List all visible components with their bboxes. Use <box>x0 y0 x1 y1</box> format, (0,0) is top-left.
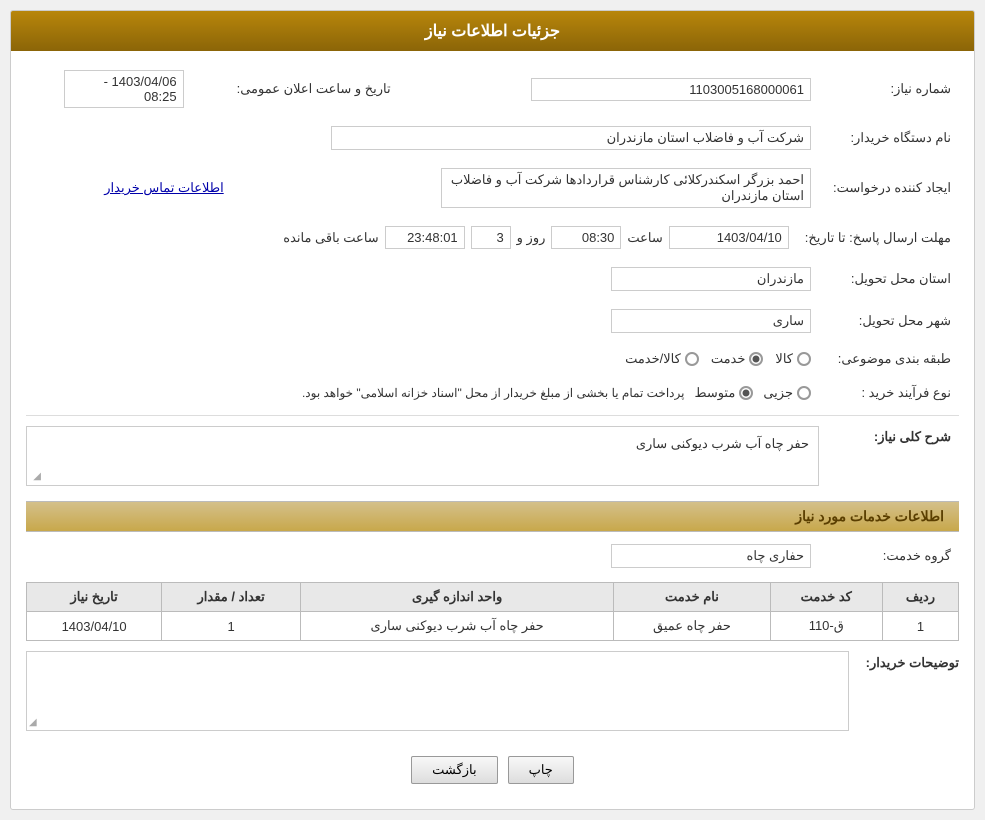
process-radio-motavasset[interactable] <box>739 386 753 400</box>
service-group-label: گروه خدمت: <box>819 540 959 572</box>
col-header-date: تاریخ نیاز <box>27 583 162 612</box>
page-header: جزئیات اطلاعات نیاز <box>11 11 974 51</box>
subject-option-kala-khedmat: کالا/خدمت <box>625 351 699 367</box>
response-date: 1403/04/10 <box>669 226 789 249</box>
response-time: 08:30 <box>551 226 621 249</box>
action-buttons-area: چاپ بازگشت <box>26 741 959 794</box>
city-row: شهر محل تحویل: ساری <box>26 305 959 337</box>
response-days-label: روز و <box>517 230 546 246</box>
services-table: ردیف کد خدمت نام خدمت واحد اندازه گیری ت… <box>26 582 959 641</box>
creator-contact-link[interactable]: اطلاعات تماس خریدار <box>104 180 223 195</box>
response-days: 3 <box>471 226 511 249</box>
process-option-motavasset: متوسط <box>694 385 753 401</box>
services-section-header: اطلاعات خدمات مورد نیاز <box>26 501 959 532</box>
service-group-value: حفاری چاه <box>611 544 811 568</box>
col-header-code: کد خدمت <box>770 583 882 612</box>
subject-radio-khedmat[interactable] <box>749 352 763 366</box>
process-options-row: جزیی متوسط پرداخت تمام یا بخشی از مبلغ خ… <box>34 385 811 401</box>
buyer-org-row: نام دستگاه خریدار: شرکت آب و فاضلاب استا… <box>26 122 959 154</box>
cell-name-1: حفر چاه عمیق <box>614 612 770 641</box>
subject-option-khedmat-label: خدمت <box>711 351 746 367</box>
buyer-notes-label: توضیحات خریدار: <box>859 651 959 671</box>
process-radio-jozii[interactable] <box>797 386 811 400</box>
cell-unit-1: حفر چاه آب شرب دیوکنی ساری <box>300 612 613 641</box>
subject-option-khedmat: خدمت <box>711 351 764 367</box>
subject-row: طبقه بندی موضوعی: کالا خدمت <box>26 347 959 371</box>
cell-date-1: 1403/04/10 <box>27 612 162 641</box>
subject-option-kala-khedmat-label: کالا/خدمت <box>625 351 681 367</box>
deadline-row: مهلت ارسال پاسخ: تا تاریخ: 1403/04/10 سا… <box>26 222 959 253</box>
response-remain-label: ساعت باقی مانده <box>283 230 378 246</box>
announcement-value: 1403/04/06 - 08:25 <box>64 70 184 108</box>
buyer-notes-section: توضیحات خریدار: ◢ <box>26 651 959 731</box>
response-time-label: ساعت <box>627 230 662 246</box>
delivery-city-label: شهر محل تحویل: <box>819 305 959 337</box>
buyer-notes-box[interactable]: ◢ <box>26 651 849 731</box>
resize-handle-desc: ◢ <box>29 471 41 483</box>
col-header-unit: واحد اندازه گیری <box>300 583 613 612</box>
cell-code-1: ق-110 <box>770 612 882 641</box>
col-header-row: ردیف <box>882 583 958 612</box>
need-number-value: 1103005168000061 <box>531 78 811 101</box>
response-deadline-label: مهلت ارسال پاسخ: تا تاریخ: <box>797 222 959 253</box>
creator-label: ایجاد کننده درخواست: <box>819 164 959 212</box>
buyer-org-value: شرکت آب و فاضلاب استان مازندران <box>331 126 811 150</box>
col-header-name: نام خدمت <box>614 583 770 612</box>
creator-name: احمد بزرگر اسکندرکلائی کارشناس قراردادها… <box>441 168 811 208</box>
subject-option-kala: کالا <box>775 351 811 367</box>
service-group-row: گروه خدمت: حفاری چاه <box>26 540 959 572</box>
delivery-city: ساری <box>611 309 811 333</box>
cell-count-1: 1 <box>162 612 301 641</box>
page-wrapper: جزئیات اطلاعات نیاز شماره نیاز: 11030051… <box>0 0 985 820</box>
buyer-org-label: نام دستگاه خریدار: <box>819 122 959 154</box>
delivery-province: مازندران <box>611 267 811 291</box>
process-row: نوع فرآیند خرید : جزیی متوسط پرداخت <box>26 381 959 405</box>
subject-label: طبقه بندی موضوعی: <box>819 347 959 371</box>
process-type-label: نوع فرآیند خرید : <box>819 381 959 405</box>
need-description-box: حفر چاه آب شرب دیوکنی ساری ◢ <box>26 426 819 486</box>
table-row: 1 ق-110 حفر چاه عمیق حفر چاه آب شرب دیوک… <box>27 612 959 641</box>
creator-row: ایجاد کننده درخواست: احمد بزرگر اسکندرکل… <box>26 164 959 212</box>
subject-option-kala-label: کالا <box>775 351 793 367</box>
process-option-motavasset-label: متوسط <box>694 385 735 401</box>
back-button[interactable]: بازگشت <box>411 756 497 784</box>
response-remain: 23:48:01 <box>385 226 465 249</box>
page-title: جزئیات اطلاعات نیاز <box>425 23 560 40</box>
services-section-title: اطلاعات خدمات مورد نیاز <box>795 508 944 524</box>
subject-radio-kala[interactable] <box>797 352 811 366</box>
announcement-label: تاریخ و ساعت اعلان عمومی: <box>192 66 399 112</box>
need-number-row: شماره نیاز: 1103005168000061 تاریخ و ساع… <box>26 66 959 112</box>
main-container: جزئیات اطلاعات نیاز شماره نیاز: 11030051… <box>10 10 975 810</box>
subject-radio-group: کالا خدمت کالا/خدمت <box>34 351 811 367</box>
resize-handle-notes: ◢ <box>29 717 37 728</box>
process-option-jozii: جزیی <box>763 385 811 401</box>
need-description-row: شرح کلی نیاز: حفر چاه آب شرب دیوکنی ساری… <box>26 421 959 491</box>
deadline-date-time: 1403/04/10 ساعت 08:30 روز و 3 23:48:01 س… <box>34 226 789 249</box>
need-number-label: شماره نیاز: <box>819 66 959 112</box>
province-row: استان محل تحویل: مازندران <box>26 263 959 295</box>
process-note: پرداخت تمام یا بخشی از مبلغ خریدار از مح… <box>302 386 685 400</box>
cell-row-1: 1 <box>882 612 958 641</box>
content-area: شماره نیاز: 1103005168000061 تاریخ و ساع… <box>11 51 974 809</box>
delivery-province-label: استان محل تحویل: <box>819 263 959 295</box>
print-button[interactable]: چاپ <box>508 756 574 784</box>
section-divider-1 <box>26 415 959 416</box>
col-header-count: تعداد / مقدار <box>162 583 301 612</box>
subject-radio-kala-khedmat[interactable] <box>685 352 699 366</box>
process-option-jozii-label: جزیی <box>763 385 793 401</box>
need-desc-label: شرح کلی نیاز: <box>819 421 959 491</box>
need-description-text: حفر چاه آب شرب دیوکنی ساری <box>32 432 813 456</box>
